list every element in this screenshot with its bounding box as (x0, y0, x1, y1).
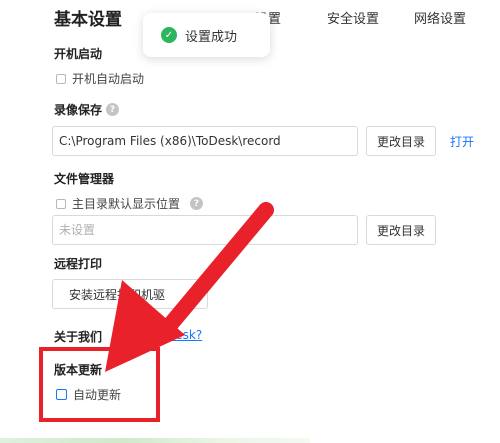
bottom-image-strip (0, 438, 310, 443)
annotation-arrow (105, 202, 274, 372)
